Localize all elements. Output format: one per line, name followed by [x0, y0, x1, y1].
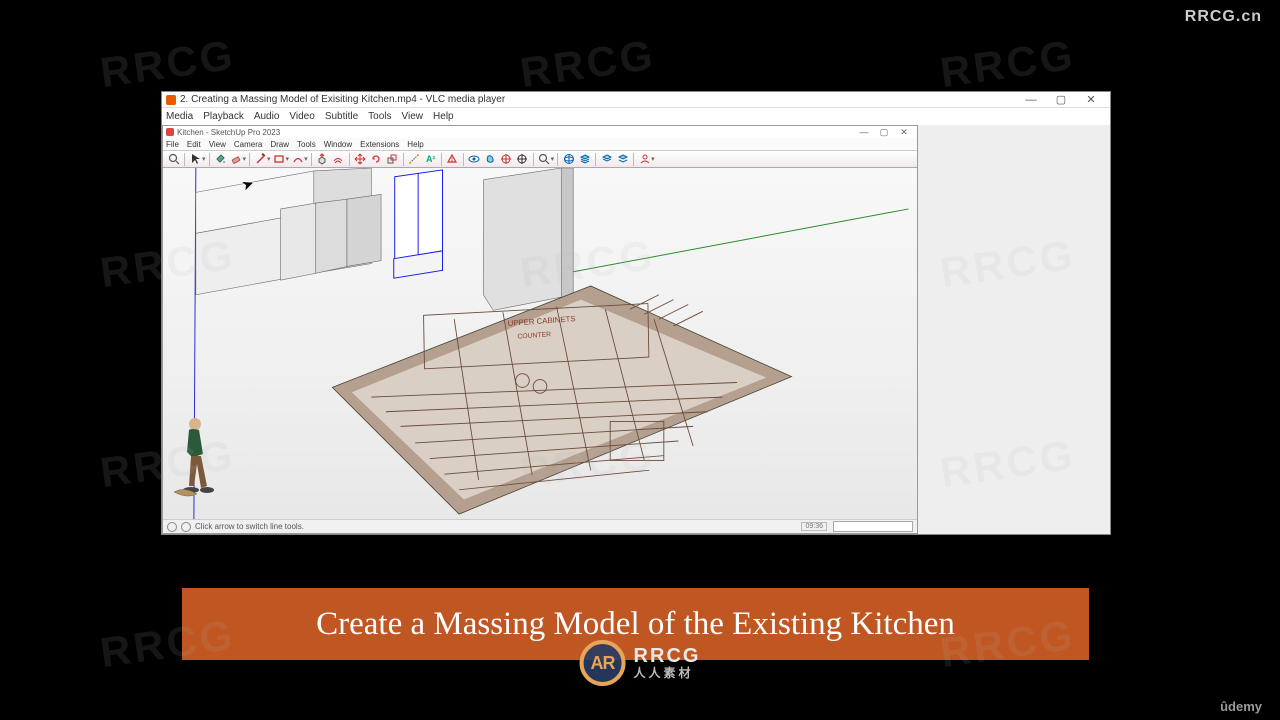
user-icon[interactable] [637, 152, 652, 167]
vlc-menu-subtitle[interactable]: Subtitle [325, 111, 358, 122]
sketchup-statusbar: Click arrow to switch line tools. 09:36 [163, 519, 917, 533]
vlc-cone-icon [166, 95, 176, 105]
vlc-menu-media[interactable]: Media [166, 111, 193, 122]
su-menu-window[interactable]: Window [324, 140, 352, 149]
su-menu-file[interactable]: File [166, 140, 179, 149]
globe-icon[interactable] [561, 152, 576, 167]
dropdown-icon[interactable]: ▾ [286, 155, 290, 163]
push-pull-icon[interactable] [315, 152, 330, 167]
dropdown-icon[interactable]: ▾ [267, 155, 271, 163]
blob-icon[interactable] [483, 152, 498, 167]
vlc-close-button[interactable]: ✕ [1076, 93, 1106, 107]
sketchup-toolbar: ▾ ▾ ▾ ▾ ▾ A¹ [163, 150, 917, 168]
sketchup-logo-icon [166, 128, 174, 136]
zoom-icon[interactable] [537, 152, 552, 167]
help-icon[interactable] [181, 522, 191, 532]
warning-icon[interactable] [445, 152, 460, 167]
search-icon[interactable] [166, 152, 181, 167]
dropdown-icon[interactable]: ▾ [202, 155, 206, 163]
playback-time: 09:36 [801, 522, 827, 531]
vlc-title: 2. Creating a Massing Model of Exisiting… [180, 94, 505, 105]
vlc-titlebar[interactable]: 2. Creating a Massing Model of Exisiting… [162, 92, 1110, 108]
su-menu-tools[interactable]: Tools [297, 140, 316, 149]
tape-icon[interactable] [407, 152, 422, 167]
scale-icon[interactable] [385, 152, 400, 167]
vlc-menu-audio[interactable]: Audio [254, 111, 280, 122]
su-menu-edit[interactable]: Edit [187, 140, 201, 149]
vlc-minimize-button[interactable]: — [1016, 93, 1046, 107]
offset-icon[interactable] [331, 152, 346, 167]
brand-bottom-right: ûdemy [1220, 699, 1262, 714]
su-menu-view[interactable]: View [209, 140, 226, 149]
layers-2-icon[interactable] [599, 152, 614, 167]
vlc-menubar: Media Playback Audio Video Subtitle Tool… [162, 108, 1110, 125]
sketchup-window: Kitchen - SketchUp Pro 2023 — ▢ ✕ File E… [162, 125, 918, 534]
select-arrow-icon[interactable] [188, 152, 203, 167]
arc-icon[interactable] [290, 152, 305, 167]
layers-1-icon[interactable] [577, 152, 592, 167]
brand-top-right: RRCG.cn [1185, 8, 1262, 26]
vlc-menu-video[interactable]: Video [289, 111, 314, 122]
sketchup-titlebar[interactable]: Kitchen - SketchUp Pro 2023 — ▢ ✕ [163, 126, 917, 138]
crosshair-black-icon[interactable] [515, 152, 530, 167]
watermark: RRCG [517, 31, 658, 97]
scale-figure [169, 414, 217, 499]
vlc-window: 2. Creating a Massing Model of Exisiting… [161, 91, 1111, 535]
rotate-icon[interactable] [369, 152, 384, 167]
logo-text-main: RRCG [634, 646, 701, 666]
watermark: RRCG [937, 31, 1078, 97]
su-menu-help[interactable]: Help [407, 140, 423, 149]
layers-3-icon[interactable] [615, 152, 630, 167]
sketchup-menubar: File Edit View Camera Draw Tools Window … [163, 138, 917, 150]
vlc-maximize-button[interactable]: ▢ [1046, 93, 1076, 107]
su-menu-draw[interactable]: Draw [270, 140, 289, 149]
viewport-3d-scene: UPPER CABINETS COUNTER [163, 168, 917, 519]
vlc-video-area: Kitchen - SketchUp Pro 2023 — ▢ ✕ File E… [162, 125, 1110, 534]
vlc-menu-playback[interactable]: Playback [203, 111, 244, 122]
sketchup-viewport[interactable]: UPPER CABINETS COUNTER ➤ [163, 168, 917, 519]
crosshair-red-icon[interactable] [499, 152, 514, 167]
su-menu-extensions[interactable]: Extensions [360, 140, 399, 149]
vlc-menu-help[interactable]: Help [433, 111, 454, 122]
logo-circle-icon: AR [580, 640, 626, 686]
sketchup-minimize-button[interactable]: — [854, 127, 874, 137]
rectangle-icon[interactable] [272, 152, 287, 167]
sketchup-close-button[interactable]: ✕ [894, 127, 914, 137]
svg-text:A¹: A¹ [426, 154, 436, 164]
dropdown-icon[interactable]: ▾ [551, 155, 555, 163]
rrcg-logo: AR RRCG 人人素材 [580, 640, 701, 686]
text-icon[interactable]: A¹ [423, 152, 438, 167]
line-icon[interactable] [253, 152, 268, 167]
sketchup-maximize-button[interactable]: ▢ [874, 127, 894, 137]
lesson-title-text: Create a Massing Model of the Existing K… [316, 606, 955, 643]
dropdown-icon[interactable]: ▾ [651, 155, 655, 163]
sketchup-title: Kitchen - SketchUp Pro 2023 [177, 128, 280, 137]
su-menu-camera[interactable]: Camera [234, 140, 262, 149]
dropdown-icon[interactable]: ▾ [243, 155, 247, 163]
eraser-icon[interactable] [229, 152, 244, 167]
info-icon[interactable] [167, 522, 177, 532]
paint-bucket-icon[interactable] [213, 152, 228, 167]
vlc-menu-view[interactable]: View [402, 111, 424, 122]
dropdown-icon[interactable]: ▾ [304, 155, 308, 163]
move-icon[interactable] [353, 152, 368, 167]
logo-text-sub: 人人素材 [634, 666, 701, 680]
eye-icon[interactable] [467, 152, 482, 167]
measurement-input[interactable] [833, 521, 913, 532]
watermark: RRCG [97, 31, 238, 97]
vlc-menu-tools[interactable]: Tools [368, 111, 391, 122]
status-hint-text: Click arrow to switch line tools. [195, 522, 304, 531]
